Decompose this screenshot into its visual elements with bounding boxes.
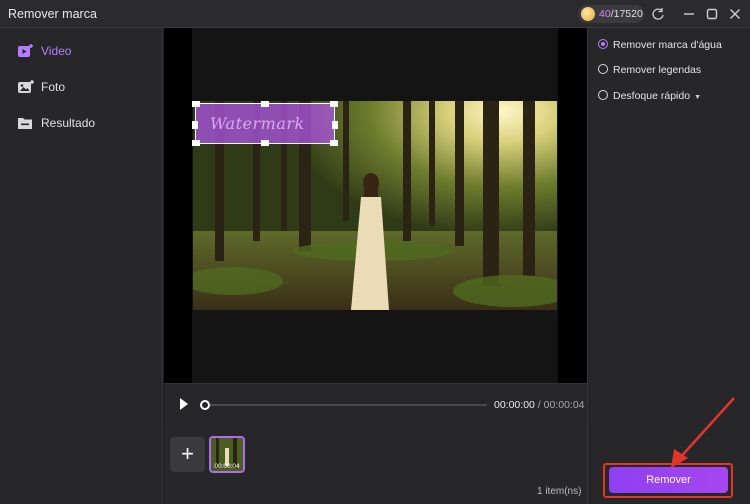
video-icon	[17, 43, 35, 59]
option-remove-subtitles[interactable]: Remover legendas	[598, 64, 701, 78]
maximize-icon[interactable]	[703, 5, 721, 23]
thumbnail-duration: 00:00:04	[214, 463, 240, 470]
item-count: 1 item(ns)	[537, 486, 582, 497]
sidebar-item-foto[interactable]: Foto	[0, 72, 163, 102]
resize-handle[interactable]	[261, 140, 269, 146]
resize-handle[interactable]	[192, 140, 200, 146]
credits-badge[interactable]: 40/17520	[578, 5, 644, 23]
resize-handle[interactable]	[261, 101, 269, 107]
watermark-selection-box[interactable]: Watermark	[192, 101, 338, 146]
remove-button[interactable]: Remover	[609, 467, 728, 493]
sidebar-item-label: Resultado	[41, 116, 96, 130]
title-bar: Remover marca 40/17520	[0, 0, 750, 28]
chevron-down-icon[interactable]: ▼	[694, 94, 701, 101]
resize-handle[interactable]	[332, 121, 338, 129]
sidebar-item-resultado[interactable]: Resultado	[0, 108, 163, 138]
add-file-button[interactable]: +	[170, 437, 205, 472]
resize-handle[interactable]	[192, 121, 198, 129]
folder-icon	[17, 115, 35, 131]
option-quick-blur[interactable]: Desfoque rápido ▼	[598, 90, 701, 104]
photo-icon	[17, 79, 35, 95]
minimize-icon[interactable]	[680, 5, 698, 23]
sidebar-item-video[interactable]: Video	[0, 36, 163, 66]
annotation-arrow	[671, 397, 735, 468]
time-readout: 00:00:00 / 00:00:04	[494, 399, 585, 411]
play-icon[interactable]	[179, 397, 189, 411]
coin-icon	[581, 7, 595, 21]
watermark-text: Watermark	[210, 114, 305, 133]
sidebar-item-label: Foto	[41, 80, 66, 94]
resize-handle[interactable]	[330, 140, 338, 146]
radio[interactable]	[598, 64, 608, 75]
close-icon[interactable]	[726, 5, 744, 23]
resize-handle[interactable]	[330, 101, 338, 107]
resize-handle[interactable]	[192, 101, 200, 107]
radio-selected[interactable]	[598, 39, 608, 50]
refresh-icon[interactable]	[649, 5, 667, 23]
window-title: Remover marca	[8, 7, 97, 21]
radio[interactable]	[598, 90, 608, 101]
scrub-handle[interactable]	[200, 400, 210, 410]
sidebar: Video Foto Resultado	[0, 28, 163, 504]
video-thumbnail[interactable]: 00:00:04	[209, 436, 245, 473]
option-remove-watermark[interactable]: Remover marca d'água	[598, 39, 722, 53]
scrub-track[interactable]	[210, 404, 487, 406]
sidebar-item-label: Video	[41, 44, 72, 58]
credits-count: 40/17520	[599, 8, 643, 20]
